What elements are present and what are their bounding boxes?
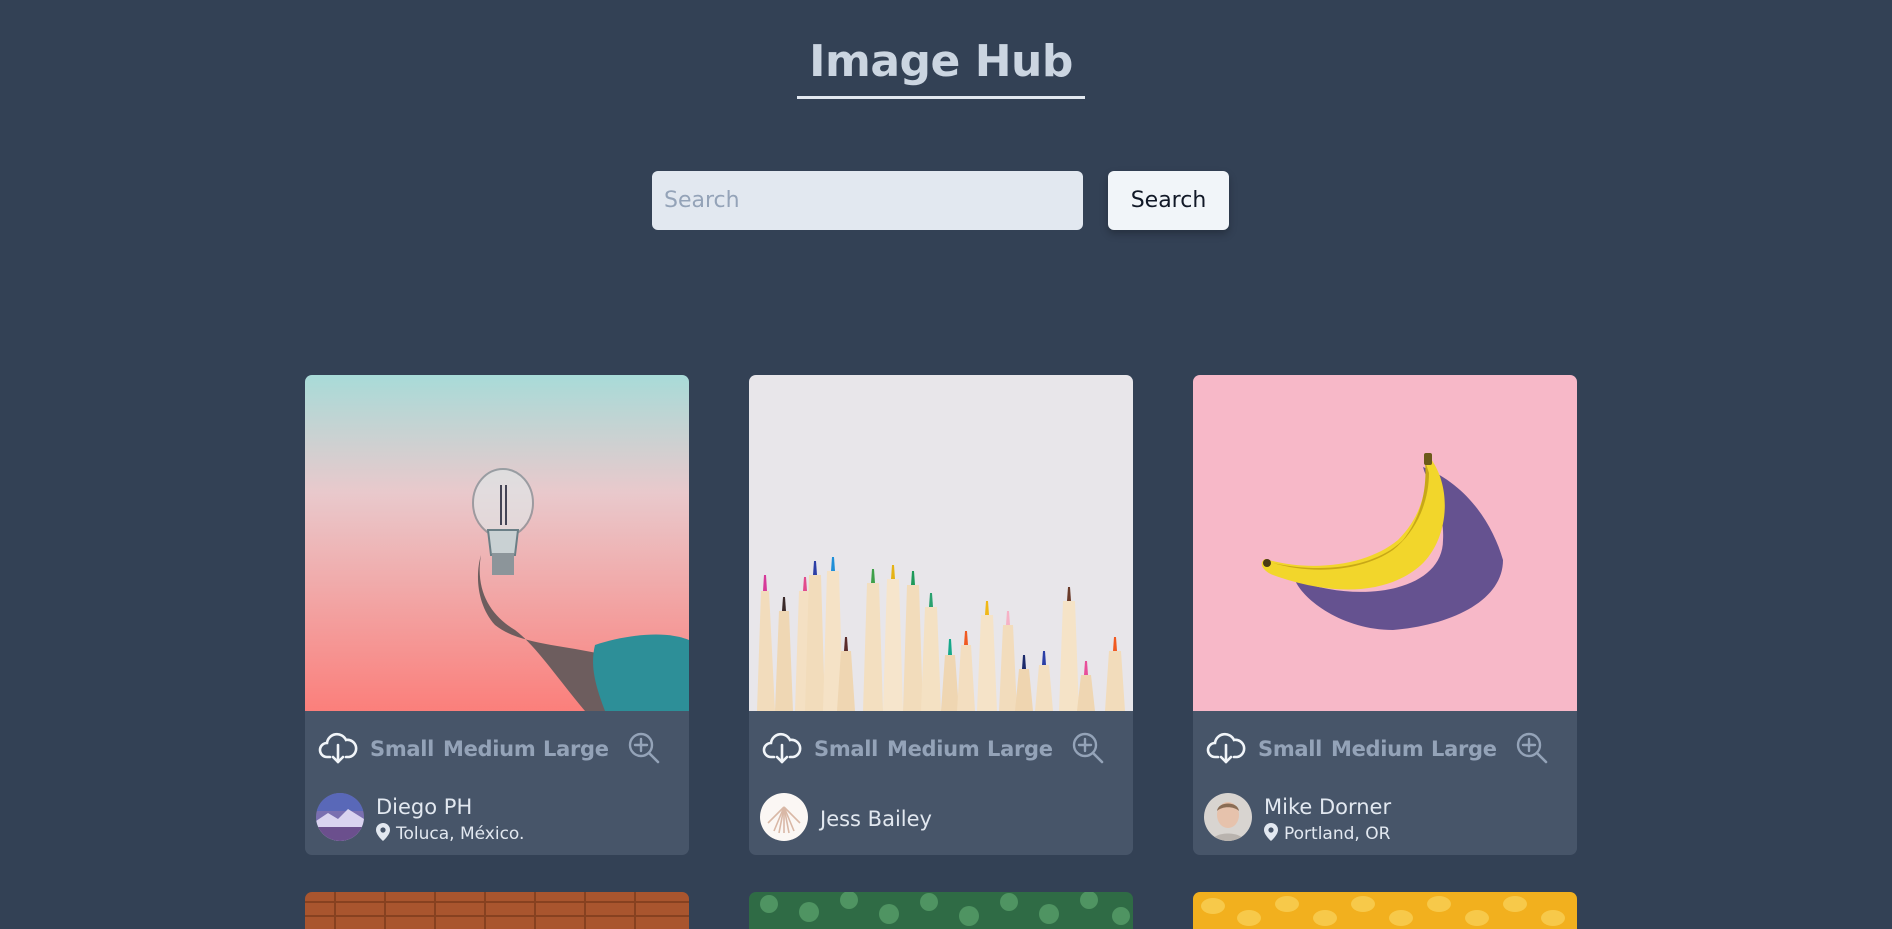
page-title: Image Hub bbox=[809, 36, 1073, 87]
size-medium-link[interactable]: Medium bbox=[887, 735, 980, 763]
size-small-link[interactable]: Small bbox=[370, 735, 434, 763]
lightbulb-photo bbox=[305, 375, 689, 711]
image-card: Small Medium Large Mike Dorner Portland,… bbox=[1193, 375, 1577, 855]
cloud-download-icon[interactable] bbox=[318, 731, 358, 765]
author-name[interactable]: Jess Bailey bbox=[820, 805, 932, 833]
search-input[interactable] bbox=[652, 171, 1083, 230]
forest-photo bbox=[749, 892, 1133, 929]
author-location: Portland, OR bbox=[1264, 823, 1390, 845]
card-image[interactable] bbox=[305, 375, 689, 711]
author-name[interactable]: Mike Dorner bbox=[1264, 793, 1391, 821]
banana-photo bbox=[1193, 375, 1577, 711]
image-card[interactable] bbox=[749, 892, 1133, 929]
card-image[interactable] bbox=[749, 375, 1133, 711]
map-pin-icon bbox=[1264, 823, 1278, 841]
zoom-in-icon[interactable] bbox=[1071, 731, 1105, 765]
title-underline bbox=[797, 96, 1085, 99]
avatar[interactable] bbox=[760, 793, 808, 841]
avatar-image bbox=[1204, 793, 1252, 841]
image-card[interactable] bbox=[305, 892, 689, 929]
image-card: Small Medium Large Diego PH Toluca, Méxi… bbox=[305, 375, 689, 855]
author-info: Diego PH Toluca, México. bbox=[305, 789, 689, 855]
card-image[interactable] bbox=[1193, 375, 1577, 711]
author-info: Jess Bailey bbox=[749, 789, 1133, 855]
zoom-in-icon[interactable] bbox=[627, 731, 661, 765]
avatar-image bbox=[316, 793, 364, 841]
size-large-link[interactable]: Large bbox=[987, 735, 1053, 763]
size-small-link[interactable]: Small bbox=[814, 735, 878, 763]
pasta-photo bbox=[1193, 892, 1577, 929]
size-large-link[interactable]: Large bbox=[1431, 735, 1497, 763]
avatar[interactable] bbox=[1204, 793, 1252, 841]
size-medium-link[interactable]: Medium bbox=[443, 735, 536, 763]
wood-weave-photo bbox=[305, 892, 689, 929]
image-card: Small Medium Large Jess Bailey bbox=[749, 375, 1133, 855]
map-pin-icon bbox=[376, 823, 390, 841]
location-text: Portland, OR bbox=[1284, 824, 1391, 844]
card-toolbar: Small Medium Large bbox=[305, 711, 689, 789]
size-small-link[interactable]: Small bbox=[1258, 735, 1322, 763]
size-medium-link[interactable]: Medium bbox=[1331, 735, 1424, 763]
image-card[interactable] bbox=[1193, 892, 1577, 929]
card-toolbar: Small Medium Large bbox=[749, 711, 1133, 789]
card-toolbar: Small Medium Large bbox=[1193, 711, 1577, 789]
pencils-photo bbox=[749, 375, 1133, 711]
header: Image Hub bbox=[0, 0, 1892, 100]
author-name[interactable]: Diego PH bbox=[376, 793, 472, 821]
search-button[interactable]: Search bbox=[1108, 171, 1229, 230]
location-text: Toluca, México. bbox=[396, 824, 525, 844]
size-large-link[interactable]: Large bbox=[543, 735, 609, 763]
avatar[interactable] bbox=[316, 793, 364, 841]
author-info: Mike Dorner Portland, OR bbox=[1193, 789, 1577, 855]
avatar-image bbox=[760, 793, 808, 841]
cloud-download-icon[interactable] bbox=[1206, 731, 1246, 765]
author-location: Toluca, México. bbox=[376, 823, 524, 845]
cloud-download-icon[interactable] bbox=[762, 731, 802, 765]
zoom-in-icon[interactable] bbox=[1515, 731, 1549, 765]
